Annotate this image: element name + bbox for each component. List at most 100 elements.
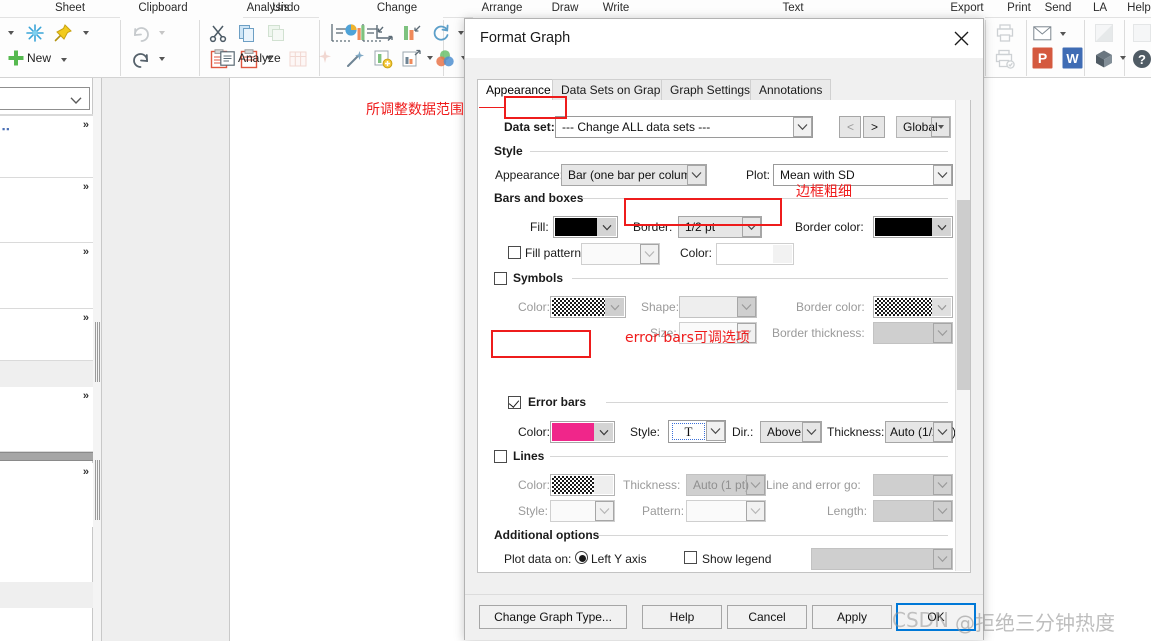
chevron-down-icon-sheet[interactable] (5, 26, 17, 40)
fill-color-picker[interactable] (553, 216, 618, 238)
symbols-color-label: Color: (518, 300, 551, 314)
symbols-border-color-picker[interactable] (873, 296, 953, 318)
navigator-section-5[interactable]: » (0, 387, 93, 452)
expand-chevron-icon-2[interactable]: » (83, 181, 89, 193)
ribbon-group-label-send: Send (1044, 2, 1072, 14)
change-bar-icon[interactable] (401, 22, 423, 44)
expand-chevron-icon-3[interactable]: » (83, 246, 89, 258)
error-bars-color-picker[interactable] (550, 421, 615, 443)
copy-icon[interactable] (236, 22, 258, 44)
cancel-button[interactable]: Cancel (727, 605, 807, 629)
navigator-section-3[interactable]: » (0, 243, 93, 309)
symbols-shape-dropdown[interactable] (679, 296, 757, 318)
plus-new-icon[interactable] (6, 48, 26, 68)
chevron-down-icon-new[interactable] (58, 54, 70, 66)
navigator-section-6[interactable]: » (0, 463, 93, 527)
navigator-section-4[interactable]: » (0, 309, 93, 361)
dataset-dropdown-value: --- Change ALL data sets --- (562, 120, 711, 134)
radio-left-y-axis[interactable] (575, 551, 588, 564)
share-icon[interactable] (1093, 48, 1115, 70)
chevron-down-icon-email[interactable] (1057, 28, 1069, 40)
line-and-error-go-dropdown[interactable] (873, 474, 953, 496)
legend-dropdown[interactable] (811, 548, 953, 570)
lines-length-dropdown[interactable] (873, 500, 953, 522)
cut-icon[interactable] (207, 22, 229, 44)
help-icon[interactable]: ? (1131, 48, 1151, 70)
panel-splitter-lower[interactable] (93, 430, 102, 540)
error-bars-checkbox[interactable] (508, 396, 521, 409)
chevron-down-icon-share[interactable] (1117, 52, 1129, 64)
tab-graph-settings[interactable]: Graph Settings (661, 79, 760, 100)
lines-style-dropdown[interactable] (550, 500, 615, 522)
pin-icon[interactable] (52, 22, 74, 44)
help-button[interactable]: Help (642, 605, 722, 629)
fill-pattern-dropdown[interactable] (581, 243, 660, 265)
refresh-icon[interactable] (430, 22, 452, 44)
change-axis-icon[interactable] (373, 22, 395, 44)
close-icon[interactable] (943, 24, 979, 52)
error-bars-style-dropdown[interactable]: T (668, 420, 726, 443)
navigator-section-1[interactable]: » (0, 116, 93, 178)
symbols-border-thickness-dropdown[interactable] (873, 322, 953, 344)
expand-chevron-icon-5[interactable]: » (83, 390, 89, 402)
dataset-prev-button[interactable]: < (839, 116, 861, 138)
lines-pattern-dropdown[interactable] (686, 500, 766, 522)
lines-color-picker[interactable] (550, 474, 615, 496)
chevron-down-icon-redo[interactable] (156, 26, 168, 40)
analyze-icon[interactable] (219, 50, 235, 66)
help-placeholder-icon[interactable] (1131, 22, 1151, 44)
pattern-color-picker[interactable] (716, 243, 794, 265)
add-data-icon[interactable] (372, 48, 394, 70)
apply-button[interactable]: Apply (812, 605, 892, 629)
tab-annotations[interactable]: Annotations (750, 79, 832, 100)
chevron-down-icon-error-style (706, 421, 725, 441)
splitter-grip[interactable] (95, 322, 100, 382)
appearance-dropdown[interactable]: Bar (one bar per column) (561, 164, 707, 186)
analyze-button[interactable]: Analyze (238, 51, 281, 65)
symbols-color-picker[interactable] (550, 296, 626, 318)
chevron-down-icon-pin[interactable] (80, 26, 92, 40)
chevron-down-icon-undo[interactable] (156, 52, 168, 66)
splitter-grip-lower[interactable] (95, 460, 100, 520)
tab-data-sets-on-graph[interactable]: Data Sets on Graph (552, 79, 677, 100)
lines-checkbox[interactable] (494, 450, 507, 463)
wand-icon[interactable] (314, 48, 336, 70)
magic-icon[interactable] (344, 48, 366, 70)
error-bars-dir-dropdown[interactable]: Above (760, 421, 822, 443)
panel-scrollbar-thumb[interactable] (957, 200, 970, 390)
dataset-dropdown[interactable]: --- Change ALL data sets --- (555, 116, 813, 138)
table-icon[interactable] (287, 48, 309, 70)
show-legend-checkbox[interactable] (684, 551, 697, 564)
panel-splitter[interactable] (93, 78, 102, 641)
print-icon[interactable] (994, 22, 1016, 44)
word-icon[interactable]: W (1061, 46, 1083, 70)
navigator-shade-1 (0, 361, 93, 387)
duplicate-icon[interactable] (265, 22, 287, 44)
navigator-dropdown[interactable] (0, 87, 90, 110)
change-graph-type-button[interactable]: Change Graph Type... (479, 605, 627, 629)
print-preview-icon[interactable] (994, 48, 1016, 70)
error-bars-thickness-dropdown[interactable]: Auto (1/2 pt) (885, 421, 956, 443)
snowflake-icon[interactable] (24, 22, 46, 44)
navigator-selected-row[interactable] (0, 452, 93, 461)
panel-scrollbar[interactable] (955, 100, 970, 571)
lines-thickness-dropdown[interactable]: Auto (1 pt) (686, 474, 766, 496)
ok-button[interactable]: OK (896, 603, 976, 631)
undo-icon[interactable] (130, 48, 152, 70)
expand-chevron-icon-6[interactable]: » (83, 466, 89, 478)
change-graph-type-icon[interactable] (343, 22, 367, 44)
symbols-checkbox[interactable] (494, 272, 507, 285)
la-placeholder-icon[interactable] (1093, 22, 1115, 44)
dataset-next-button[interactable]: > (863, 116, 885, 138)
navigator-section-2[interactable]: » (0, 178, 93, 243)
border-color-picker[interactable] (873, 216, 953, 238)
expand-graph-icon[interactable] (400, 48, 422, 70)
color-scheme-icon[interactable] (434, 48, 456, 70)
powerpoint-icon[interactable]: P (1031, 46, 1053, 70)
fill-pattern-checkbox[interactable] (508, 246, 521, 259)
expand-chevron-icon-4[interactable]: » (83, 312, 89, 324)
dataset-scope-dropdown[interactable]: Global (896, 116, 951, 138)
email-icon[interactable] (1032, 24, 1056, 44)
expand-chevron-icon-1[interactable]: » (83, 119, 89, 131)
new-button[interactable]: New (27, 51, 51, 65)
